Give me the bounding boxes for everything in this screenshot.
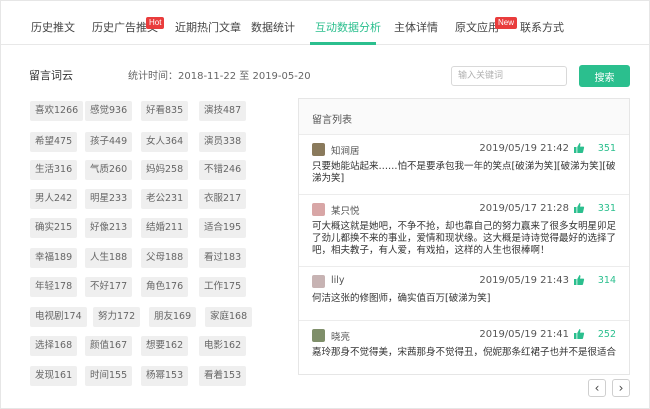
comment-time: 2019/05/19 21:41 xyxy=(479,329,569,340)
word-tag[interactable]: 年轻178 xyxy=(30,277,78,297)
thumbs-up-icon xyxy=(574,143,585,153)
word-tag[interactable]: 人生188 xyxy=(85,248,133,268)
word-tag[interactable]: 电影162 xyxy=(199,336,247,356)
word-tag[interactable]: 想要162 xyxy=(141,336,189,356)
word-tag[interactable]: 女人364 xyxy=(141,132,189,152)
like-count: 252 xyxy=(597,329,616,340)
like-count: 351 xyxy=(597,143,616,154)
commenter-name: 晓亮 xyxy=(331,332,351,343)
word-tag[interactable]: 适合195 xyxy=(199,218,247,238)
word-tag[interactable]: 工作175 xyxy=(199,277,247,297)
word-tag[interactable]: 喜欢1266 xyxy=(30,101,84,121)
word-tag[interactable]: 演技487 xyxy=(199,101,247,121)
word-tag[interactable]: 气质260 xyxy=(85,160,133,180)
word-tag[interactable]: 妈妈258 xyxy=(141,160,189,180)
hot-badge: Hot xyxy=(146,17,165,29)
active-tab-indicator xyxy=(310,42,376,45)
word-tag[interactable]: 希望475 xyxy=(30,132,78,152)
word-tag[interactable]: 生活316 xyxy=(30,160,78,180)
thumbs-up-icon xyxy=(574,275,585,285)
next-page-button[interactable]: › xyxy=(612,379,630,397)
tab-original-app[interactable]: 原文应用 xyxy=(455,19,499,35)
word-tag[interactable]: 孩子449 xyxy=(85,132,133,152)
word-tag[interactable]: 看过183 xyxy=(199,248,247,268)
tab-recent-hot-articles[interactable]: 近期热门文章 xyxy=(175,19,241,35)
word-tag[interactable]: 不错246 xyxy=(199,160,247,180)
word-tag[interactable]: 明星233 xyxy=(85,189,133,209)
like-count: 314 xyxy=(597,275,616,286)
commenter-name: 知涧居 xyxy=(331,146,360,157)
word-tag[interactable]: 父母188 xyxy=(141,248,189,268)
thumbs-up-icon xyxy=(574,203,585,213)
word-tag[interactable]: 好看835 xyxy=(141,101,189,121)
tab-history-posts[interactable]: 历史推文 xyxy=(31,19,75,35)
tab-data-statistics[interactable]: 数据统计 xyxy=(251,19,295,35)
word-tag[interactable]: 家庭168 xyxy=(205,307,253,327)
word-tag[interactable]: 时间155 xyxy=(85,366,133,386)
stat-time-range: 统计时间：2018-11-22 至 2019-05-20 xyxy=(128,71,311,82)
comment-text: 何洁这张的修图师，确实值百万[破涕为笑] xyxy=(312,293,491,304)
comment-list-panel: 留言列表 知涧居 2019/05/19 21:42 351 只要她能站起来……怕… xyxy=(298,98,630,375)
word-tag[interactable]: 好像213 xyxy=(85,218,133,238)
tab-interaction-analysis[interactable]: 互动数据分析 xyxy=(315,19,381,35)
word-tag[interactable]: 不好177 xyxy=(85,277,133,297)
word-tag[interactable]: 杨幂153 xyxy=(141,366,189,386)
comment-time: 2019/05/17 21:28 xyxy=(479,203,569,214)
panel-header: 留言列表 xyxy=(299,99,629,135)
word-tag[interactable]: 衣服217 xyxy=(199,189,247,209)
tab-contact[interactable]: 联系方式 xyxy=(520,19,564,35)
comment-text: 只要她能站起来……怕不是要承包我一年的笑点[破涕为笑][破涕为笑][破涕为笑] xyxy=(312,161,616,184)
thumbs-up-icon xyxy=(574,329,585,339)
commenter-name: lily xyxy=(331,275,345,286)
comment-text: 可大概这就是她吧，不争不抢，却也靠自己的努力赢来了很多女明星卯足了劲儿都换不来的… xyxy=(312,221,617,256)
wordcloud-title: 留言词云 xyxy=(29,69,73,82)
new-badge: New xyxy=(495,17,518,29)
word-tag[interactable]: 看着153 xyxy=(199,366,247,386)
avatar xyxy=(312,143,325,156)
word-tag[interactable]: 颜值167 xyxy=(85,336,133,356)
comment-item: lily 2019/05/19 21:43 314 何洁这张的修图师，确实值百万… xyxy=(299,267,629,321)
avatar xyxy=(312,203,325,216)
word-tag[interactable]: 感觉936 xyxy=(85,101,133,121)
avatar xyxy=(312,275,325,288)
comment-item: 某只悦 2019/05/17 21:28 331 可大概这就是她吧，不争不抢，却… xyxy=(299,195,629,267)
word-tag[interactable]: 电视剧174 xyxy=(30,307,87,327)
word-tag[interactable]: 幸福189 xyxy=(30,248,78,268)
word-tag[interactable]: 确实215 xyxy=(30,218,78,238)
word-tag[interactable]: 结婚211 xyxy=(141,218,189,238)
like-count: 331 xyxy=(597,203,616,214)
comment-item: 知涧居 2019/05/19 21:42 351 只要她能站起来……怕不是要承包… xyxy=(299,135,629,195)
word-tag[interactable]: 努力172 xyxy=(93,307,141,327)
panel-title: 留言列表 xyxy=(312,115,352,126)
word-tag[interactable]: 角色176 xyxy=(141,277,189,297)
avatar xyxy=(312,329,325,342)
prev-page-button[interactable]: ‹ xyxy=(588,379,606,397)
comment-time: 2019/05/19 21:43 xyxy=(479,275,569,286)
word-tag[interactable]: 男人242 xyxy=(30,189,78,209)
comment-time: 2019/05/19 21:42 xyxy=(479,143,569,154)
comment-item: 晓亮 2019/05/19 21:41 252 嘉玲那身不觉得美，宋茜那身不觉得… xyxy=(299,321,629,374)
search-button[interactable]: 搜索 xyxy=(579,65,630,87)
word-tag[interactable]: 朋友169 xyxy=(149,307,197,327)
comment-text: 嘉玲那身不觉得美，宋茜那身不觉得丑，倪妮那条红裙子也并不是很适合 xyxy=(312,347,617,358)
word-tag[interactable]: 演员338 xyxy=(199,132,247,152)
keyword-search-input[interactable] xyxy=(451,66,567,86)
word-tag[interactable]: 选择168 xyxy=(30,336,78,356)
word-tag[interactable]: 发现161 xyxy=(30,366,78,386)
page-frame: 历史推文 历史广告推文 Hot 近期热门文章 数据统计 互动数据分析 主体详情 … xyxy=(0,0,650,409)
tab-bar: 历史推文 历史广告推文 Hot 近期热门文章 数据统计 互动数据分析 主体详情 … xyxy=(1,1,649,45)
commenter-name: 某只悦 xyxy=(331,206,360,217)
tab-entity-details[interactable]: 主体详情 xyxy=(394,19,438,35)
word-tag[interactable]: 老公231 xyxy=(141,189,189,209)
